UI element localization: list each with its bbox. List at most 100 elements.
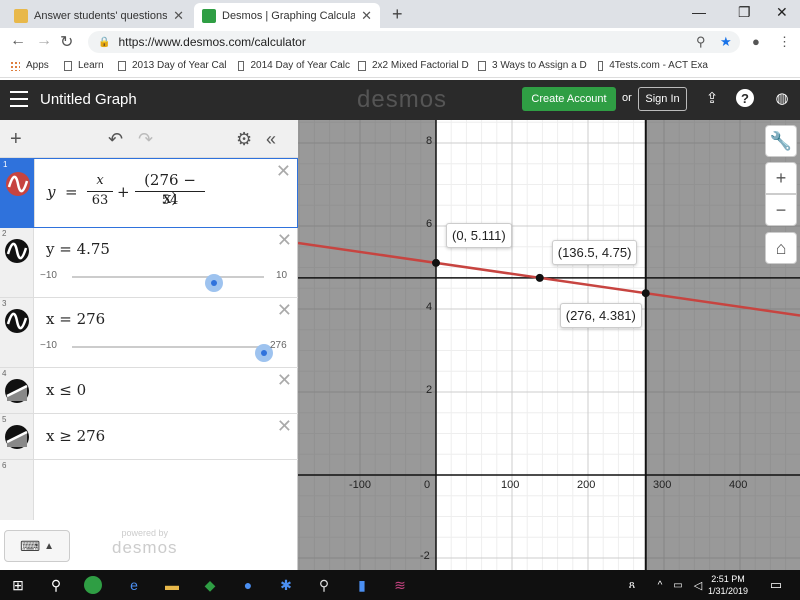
hamburger-menu-icon[interactable] — [10, 91, 28, 107]
people-icon[interactable]: ጸ — [622, 575, 642, 595]
tab-favicon-icon — [14, 8, 28, 23]
clock-time: 2:51 PM — [711, 574, 745, 584]
magnifier-icon[interactable]: ⚲ — [314, 575, 334, 595]
x-tick-label: 400 — [729, 479, 748, 491]
restore-icon[interactable]: ❐ — [738, 4, 751, 21]
zoom-out-button[interactable]: − — [765, 194, 797, 226]
graph-style-icon[interactable] — [5, 309, 29, 333]
lock-icon: 🔒 — [98, 36, 111, 48]
tray-chevron-icon[interactable]: ^ — [650, 575, 670, 595]
collapse-panel-icon[interactable]: « — [266, 129, 276, 150]
x-tick-label: -100 — [349, 479, 372, 491]
globe-icon[interactable]: ◍ — [772, 88, 792, 108]
new-tab-button[interactable]: + — [392, 4, 403, 25]
home-zoom-icon[interactable]: ⌂ — [765, 232, 797, 264]
fraction-numerator: x — [96, 173, 104, 188]
app-icon[interactable]: ● — [238, 575, 258, 595]
battery-icon[interactable]: ▭ — [668, 575, 688, 595]
add-expression-icon[interactable]: + — [10, 128, 22, 151]
delete-expression-icon[interactable]: ✕ — [277, 370, 292, 391]
graph-canvas[interactable] — [298, 120, 800, 570]
expression-3[interactable]: 3 x = 276 ✕ −10 276 — [0, 298, 298, 368]
windows-taskbar: ⊞ ⚲ e ▬ ◆ ● ✱ ⚲ ▮ ≋ ጸ ^ ▭ ◁ 2:51 PM 1/31… — [0, 570, 800, 600]
bookmark-item[interactable]: 2x2 Mixed Factorial D — [358, 60, 470, 71]
zoom-in-button[interactable]: + — [765, 162, 797, 194]
browser-tab-inactive[interactable]: Answer students' questions and ✕ — [6, 3, 192, 28]
graph-settings-wrench-icon[interactable]: 🔧 — [765, 125, 797, 157]
expression-6-empty[interactable]: 6 — [0, 460, 298, 520]
delete-expression-icon[interactable]: ✕ — [277, 230, 292, 251]
shaded-region-style-icon[interactable] — [5, 425, 29, 449]
point-label[interactable]: (136.5, 4.75) — [551, 239, 638, 265]
expression-4[interactable]: 4 x ≤ 0 ✕ — [0, 368, 298, 414]
edge-icon[interactable]: e — [124, 575, 144, 595]
expression-math[interactable]: y = 4.75 — [46, 240, 110, 258]
page-icon — [238, 60, 245, 71]
close-window-icon[interactable]: ✕ — [776, 4, 788, 21]
forward-arrow-icon[interactable]: → — [36, 32, 52, 50]
minimize-icon[interactable]: — — [692, 4, 706, 20]
browser-tab-active[interactable]: Desmos | Graphing Calculator ✕ — [194, 3, 380, 28]
settings-gear-icon[interactable]: ⚙ — [236, 129, 252, 150]
graph-paper[interactable]: 🔧 + − ⌂ (0, 5.111) (136.5, 4.75) (276, 4.3… — [298, 120, 800, 570]
expression-math[interactable]: x ≤ 0 — [46, 381, 86, 399]
help-icon[interactable]: ? — [736, 89, 754, 107]
slider-knob[interactable] — [204, 274, 223, 292]
volume-icon[interactable]: ◁ — [688, 575, 708, 595]
search-icon[interactable]: ⚲ — [46, 575, 66, 595]
expression-1[interactable]: 1 y = x 63 + (276 − x) 54 ✕ — [0, 158, 298, 228]
redo-icon[interactable]: ↷ — [138, 129, 153, 150]
delete-expression-icon[interactable]: ✕ — [277, 300, 292, 321]
windows-start-icon[interactable]: ⊞ — [8, 575, 28, 595]
expression-list: + ↶ ↷ ⚙ « 1 y = x 63 + (276 − x) 54 ✕ 2 — [0, 120, 298, 570]
bookmark-item[interactable]: 3 Ways to Assign a D — [478, 60, 590, 71]
delete-expression-icon[interactable]: ✕ — [277, 416, 292, 437]
bookmark-learn[interactable]: Learn — [64, 60, 114, 71]
fraction-denominator: 54 — [161, 193, 179, 208]
shaded-region-style-icon[interactable] — [5, 379, 29, 403]
file-explorer-icon[interactable]: ▬ — [162, 575, 182, 595]
tab-close-icon[interactable]: ✕ — [173, 8, 184, 24]
graph-title[interactable]: Untitled Graph — [40, 91, 137, 108]
point-label[interactable]: (276, 4.381) — [559, 303, 642, 329]
zoom-icon[interactable]: ⚲ — [696, 34, 706, 50]
tab-close-icon[interactable]: ✕ — [361, 8, 372, 24]
chrome-icon[interactable] — [84, 576, 102, 594]
slider-track[interactable] — [72, 344, 273, 362]
keyboard-toggle-button[interactable]: ⌨ ▲ — [4, 530, 70, 562]
graph-style-icon[interactable] — [6, 172, 30, 196]
menu-dots-icon[interactable]: ⋮ — [778, 34, 791, 50]
url-bar[interactable]: 🔒 https://www.desmos.com/calculator — [88, 31, 740, 53]
undo-icon[interactable]: ↶ — [108, 129, 123, 150]
app-icon[interactable]: ✱ — [276, 575, 296, 595]
bookmark-star-icon[interactable]: ★ — [720, 34, 732, 50]
create-account-button[interactable]: Create Account — [522, 87, 616, 111]
expression-math[interactable]: x ≥ 276 — [46, 427, 105, 445]
graph-style-icon[interactable] — [5, 239, 29, 263]
reload-icon[interactable]: ↻ — [60, 32, 73, 52]
expression-number: 3 — [2, 299, 7, 308]
keyboard-icon: ⌨ — [19, 537, 41, 554]
point-label[interactable]: (0, 5.111) — [446, 222, 512, 248]
account-icon[interactable]: ● — [752, 34, 760, 49]
back-arrow-icon[interactable]: ← — [10, 32, 26, 50]
sign-in-button[interactable]: Sign In — [638, 87, 687, 111]
bookmark-apps[interactable]: Apps — [10, 60, 60, 71]
system-clock[interactable]: 2:51 PM 1/31/2019 — [708, 573, 748, 597]
point-marker — [641, 289, 650, 298]
expression-math[interactable]: y = x 63 + (276 − x) 54 — [47, 171, 277, 213]
shaded-region-left — [298, 120, 436, 570]
bookmark-item[interactable]: 2014 Day of Year Calc — [238, 60, 350, 71]
app-icon[interactable]: ≋ — [390, 575, 410, 595]
expression-2[interactable]: 2 y = 4.75 ✕ −10 10 — [0, 228, 298, 298]
slider-track[interactable] — [72, 274, 264, 292]
share-icon[interactable]: ⇪ — [702, 88, 722, 108]
app-icon[interactable]: ◆ — [200, 575, 220, 595]
notifications-icon[interactable]: ▭ — [766, 575, 786, 595]
expression-5[interactable]: 5 x ≥ 276 ✕ — [0, 414, 298, 460]
bookmark-item[interactable]: 4Tests.com - ACT Exa — [598, 60, 708, 71]
delete-expression-icon[interactable]: ✕ — [276, 161, 291, 182]
expression-math[interactable]: x = 276 — [46, 310, 105, 328]
app-icon[interactable]: ▮ — [352, 575, 372, 595]
bookmark-item[interactable]: 2013 Day of Year Cal — [118, 60, 230, 71]
